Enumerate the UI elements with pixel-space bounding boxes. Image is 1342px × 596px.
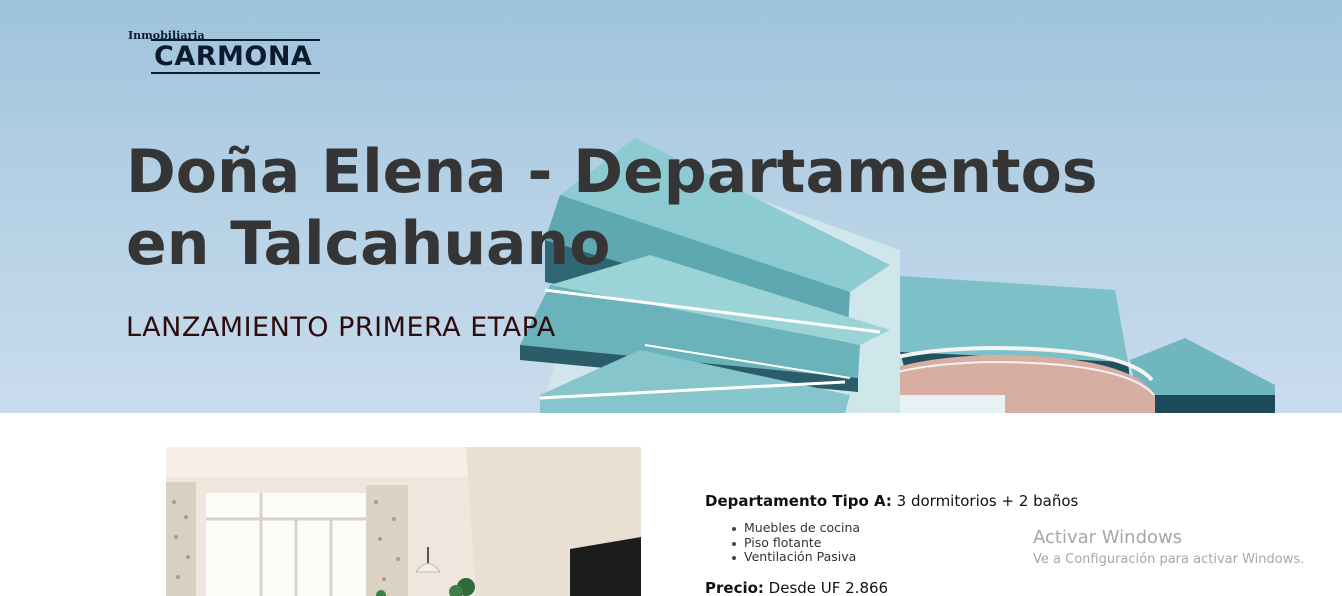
apartment-type-label: Departamento Tipo A: [705,492,892,510]
launch-subtitle: LANZAMIENTO PRIMERA ETAPA [126,312,556,343]
price-line: Precio: Desde UF 2.866 [705,578,1105,596]
apartment-photo [166,447,641,596]
carmona-logo[interactable]: Inmobiliaria CARMONA [127,29,322,77]
price-value: Desde UF 2.866 [763,578,889,596]
project-name: Doña Elena [126,137,507,207]
logo-brand-name: CARMONA [154,41,313,72]
logo-bottom-rule [151,72,320,74]
apartment-interior-image [166,447,641,596]
windows-activation-watermark: Activar Windows Ve a Configuración para … [1033,527,1304,569]
apartment-type-value: 3 dormitorios + 2 baños [891,492,1079,510]
watermark-subtitle: Ve a Configuración para activar Windows. [1033,552,1305,567]
apartment-type: Departamento Tipo A: 3 dormitorios + 2 b… [705,490,1105,512]
page-title: Doña Elena - Departamentos en Talcahuano [126,136,1176,280]
watermark-title: Activar Windows [1033,527,1183,548]
price-label: Precio: [705,578,764,596]
hero-banner: Inmobiliaria CARMONA Doña Elena - Depart… [0,0,1342,413]
